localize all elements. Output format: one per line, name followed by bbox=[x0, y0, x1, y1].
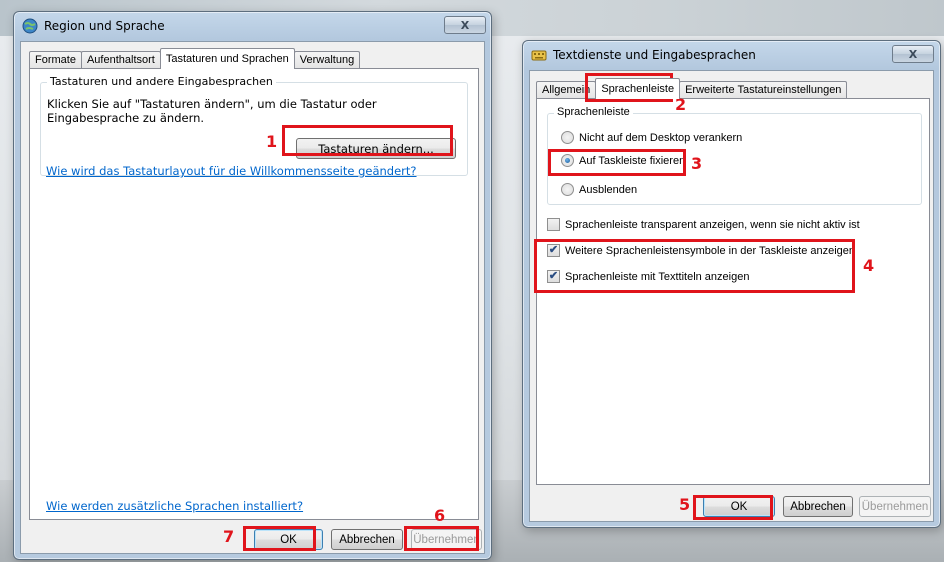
step-3-label: 3 bbox=[691, 154, 703, 173]
tab-strip: Formate Aufenthaltsort Tastaturen und Sp… bbox=[29, 48, 361, 69]
keyboard-icon bbox=[531, 47, 547, 63]
checkbox[interactable] bbox=[547, 218, 560, 231]
dialog-client-area: Formate Aufenthaltsort Tastaturen und Sp… bbox=[20, 41, 485, 554]
window-title: Region und Sprache bbox=[44, 19, 165, 33]
highlight-left-ok bbox=[243, 526, 316, 551]
highlight-right-ok bbox=[693, 495, 773, 520]
tab-tastaturen-und-sprachen[interactable]: Tastaturen und Sprachen bbox=[159, 48, 295, 69]
group-label: Sprachenleiste bbox=[554, 106, 633, 118]
radio-button[interactable] bbox=[561, 183, 574, 196]
radio-label: Nicht auf dem Desktop verankern bbox=[579, 131, 743, 144]
highlight-taskleiste-option bbox=[548, 149, 686, 176]
globe-icon bbox=[22, 18, 38, 34]
highlight-checkbox-options bbox=[534, 239, 855, 293]
tab-sprachenleiste[interactable]: Sprachenleiste bbox=[595, 78, 681, 99]
apply-button: Übernehmen bbox=[859, 496, 931, 517]
radio-label: Ausblenden bbox=[579, 183, 638, 196]
cancel-button[interactable]: Abbrechen bbox=[331, 529, 403, 550]
tab-verwaltung[interactable]: Verwaltung bbox=[293, 51, 361, 69]
step-4-label: 4 bbox=[863, 256, 875, 275]
welcome-screen-layout-link[interactable]: Wie wird das Tastaturlayout für die Will… bbox=[46, 164, 466, 178]
tab-formate[interactable]: Formate bbox=[29, 51, 82, 69]
close-button[interactable]: X bbox=[892, 45, 934, 63]
checkbox-label: Sprachenleiste transparent anzeigen, wen… bbox=[565, 218, 860, 231]
close-button[interactable]: X bbox=[444, 16, 486, 34]
highlight-change-keyboards bbox=[282, 125, 453, 156]
tab-aufenthaltsort[interactable]: Aufenthaltsort bbox=[80, 51, 161, 69]
titlebar[interactable]: Textdienste und Eingabesprachen X bbox=[523, 41, 940, 69]
dialog-client-area: Allgemein Sprachenleiste Erweiterte Tast… bbox=[529, 70, 934, 522]
close-icon: X bbox=[460, 18, 470, 32]
group-label: Tastaturen und andere Eingabesprachen bbox=[47, 75, 276, 88]
step-7-label: 7 bbox=[223, 527, 235, 546]
tab-strip: Allgemein Sprachenleiste Erweiterte Tast… bbox=[536, 78, 848, 99]
step-6-label: 6 bbox=[434, 506, 446, 525]
highlight-left-apply bbox=[404, 526, 479, 551]
install-languages-link[interactable]: Wie werden zusätzliche Sprachen installi… bbox=[46, 499, 303, 513]
description-text: Klicken Sie auf "Tastaturen ändern", um … bbox=[47, 97, 377, 125]
cancel-button[interactable]: Abbrechen bbox=[783, 496, 853, 517]
step-2-label: 2 bbox=[675, 95, 687, 114]
step-5-label: 5 bbox=[679, 495, 691, 514]
titlebar[interactable]: Region und Sprache X bbox=[14, 12, 491, 40]
region-und-sprache-window: Region und Sprache X Formate Aufenthalts… bbox=[13, 11, 492, 560]
tab-erweiterte-tastatureinstellungen[interactable]: Erweiterte Tastatureinstellungen bbox=[679, 81, 848, 99]
radio-ausblenden[interactable]: Ausblenden bbox=[561, 183, 637, 196]
close-icon: X bbox=[908, 47, 918, 61]
checkbox-transparent[interactable]: Sprachenleiste transparent anzeigen, wen… bbox=[547, 218, 860, 231]
radio-button[interactable] bbox=[561, 131, 574, 144]
radio-nicht-verankern[interactable]: Nicht auf dem Desktop verankern bbox=[561, 131, 742, 144]
window-title: Textdienste und Eingabesprachen bbox=[553, 48, 756, 62]
step-1-label: 1 bbox=[266, 132, 278, 151]
